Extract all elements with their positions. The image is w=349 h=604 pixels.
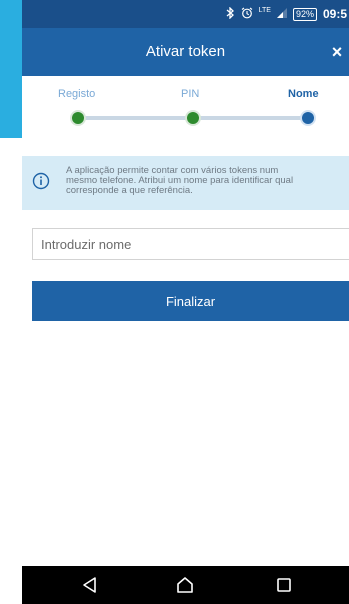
bluetooth-icon: [225, 5, 235, 22]
signal-icon: [276, 7, 287, 21]
battery-indicator: 92%: [292, 7, 317, 21]
phone-screen: LTE 92% 09:5 Ativar token × Registo PIN …: [22, 0, 349, 604]
finalizar-button[interactable]: Finalizar: [32, 281, 349, 321]
step-dot-registo: [72, 112, 84, 124]
network-type: LTE: [258, 6, 271, 14]
background-accent: [0, 0, 22, 138]
info-text-line: corresponde a que referência.: [66, 185, 193, 196]
alarm-icon: [241, 7, 253, 22]
step-indicator: Registo PIN Nome: [22, 76, 349, 156]
step-label-registo: Registo: [58, 88, 96, 100]
info-text: A aplicação permite contar com vários to…: [66, 166, 347, 196]
step-dot-pin: [187, 112, 199, 124]
step-dot-nome: [302, 112, 314, 124]
status-time: 09:5: [322, 7, 347, 21]
status-icons: LTE 92% 09:5: [225, 0, 349, 28]
info-box: A aplicação permite contar com vários to…: [22, 156, 349, 210]
info-icon: [32, 172, 50, 190]
step-label-pin: PIN: [181, 88, 200, 100]
system-nav-bar: [22, 566, 349, 604]
home-icon[interactable]: [175, 575, 195, 595]
page-title: Ativar token: [145, 43, 226, 60]
app-bar: Ativar token ×: [22, 28, 349, 76]
step-label-nome: Nome: [288, 88, 319, 100]
recents-square-icon[interactable]: [274, 575, 294, 595]
back-triangle-icon[interactable]: [80, 575, 100, 595]
status-bar: LTE 92% 09:5: [22, 0, 349, 28]
name-input[interactable]: [32, 228, 349, 260]
close-button[interactable]: ×: [325, 28, 349, 76]
